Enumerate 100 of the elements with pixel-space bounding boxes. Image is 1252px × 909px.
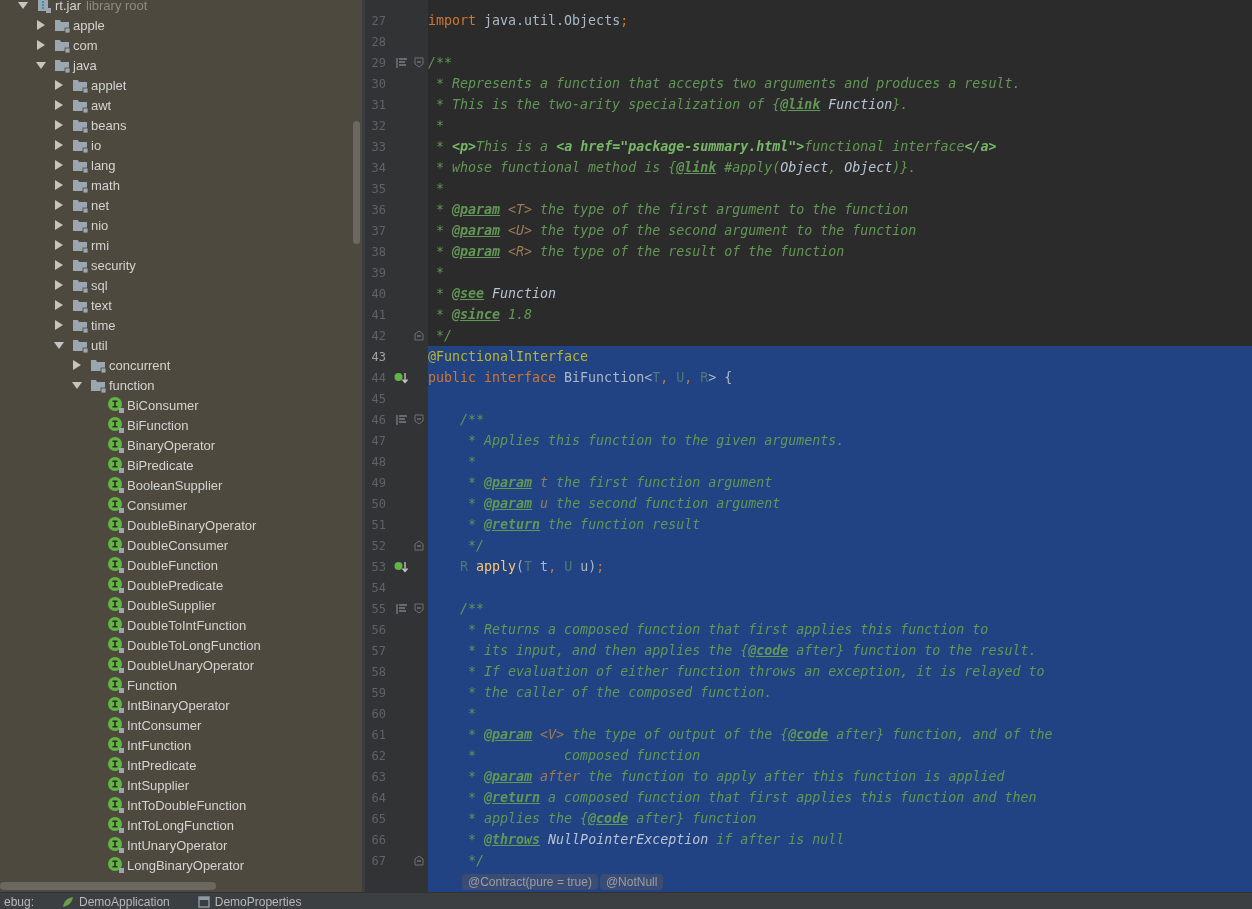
tree-item[interactable]: io [91,137,102,153]
code-line: * Represents a function that accepts two arguments and produces a result. [435,76,1021,91]
expand-arrow-icon[interactable] [54,220,64,230]
code-line: * If evaluation of either function throws an exception, it is relayed to [467,664,1045,679]
interface-icon [108,837,124,853]
tree-item[interactable]: DoubleSupplier [127,597,216,613]
folder-icon [90,377,106,393]
implemented-icon[interactable] [394,560,408,573]
tree-item[interactable]: IntUnaryOperator [127,837,228,853]
tree-item[interactable]: DoubleConsumer [127,537,229,553]
tree-item[interactable]: DoubleToLongFunction [127,637,261,653]
interface-icon [108,817,124,833]
tree-item[interactable]: lang [91,157,116,173]
expand-arrow-icon[interactable] [54,200,64,210]
tree-item[interactable]: LongBinaryOperator [127,857,245,873]
tool-tab[interactable]: DemoProperties [193,894,306,909]
tree-item[interactable]: com [73,37,98,53]
tree-item[interactable]: BooleanSupplier [127,477,223,493]
expand-arrow-icon[interactable] [54,300,64,310]
tree-item[interactable]: IntToDoubleFunction [127,797,247,813]
tree-item[interactable]: BiPredicate [127,457,194,473]
expand-arrow-icon[interactable] [54,280,64,290]
interface-icon [108,777,124,793]
tree-item[interactable]: DoubleFunction [127,557,219,573]
tree-item[interactable]: Function [127,677,177,693]
code-line: * [467,706,477,721]
tree-item[interactable]: java [73,57,97,73]
code-line: * <p>This is a <a href="package-summary.html">functional interface</a> [435,139,997,154]
code-line: * @param u the second function argument [467,496,781,511]
expand-arrow-icon[interactable] [36,20,46,30]
expand-arrow-icon[interactable] [54,140,64,150]
code-line: /** [459,412,485,427]
folder-icon [72,297,88,313]
tree-item[interactable]: Consumer [127,497,187,513]
tree-item[interactable]: BiFunction [127,417,189,433]
tree-item[interactable]: nio [91,217,109,233]
tree-item[interactable]: security [91,257,136,273]
tree-item[interactable]: IntConsumer [127,717,202,733]
interface-icon [108,797,124,813]
expand-arrow-icon[interactable] [54,340,64,350]
tree-item[interactable]: BinaryOperator [127,437,216,453]
expand-arrow-icon[interactable] [54,260,64,270]
tree-item[interactable]: IntToLongFunction [127,817,234,833]
tree-item[interactable]: sql [91,277,108,293]
interface-icon [108,697,124,713]
interface-icon [108,757,124,773]
expand-arrow-icon[interactable] [54,100,64,110]
folder-icon [72,197,88,213]
expand-arrow-icon[interactable] [54,160,64,170]
folder-icon [54,57,70,73]
code-line: * [467,454,477,469]
tree-item[interactable]: IntBinaryOperator [127,697,230,713]
code-line: * Applies this function to the given arguments. [467,433,845,448]
implemented-icon[interactable] [394,371,408,384]
expand-arrow-icon[interactable] [54,180,64,190]
tree-item[interactable]: time [91,317,116,333]
expand-arrow-icon[interactable] [36,40,46,50]
interface-icon [108,417,124,433]
tree-item[interactable]: apple [73,17,105,33]
scrollbar-thumb[interactable] [353,121,360,244]
code-line: * its input, and then applies the {@code after} function to the result. [467,643,1037,658]
tree-item[interactable]: math [91,177,120,193]
code-line: * @param after the function to apply after this function is applied [467,769,1005,784]
tree-item[interactable]: util [91,337,108,353]
tool-tab[interactable]: ebug: [0,894,39,909]
expand-arrow-icon[interactable] [72,360,82,370]
expand-arrow-icon[interactable] [18,0,28,10]
interface-icon [108,597,124,613]
expand-arrow-icon[interactable] [54,240,64,250]
tree-item[interactable]: applet [91,77,127,93]
tree-item[interactable]: IntFunction [127,737,192,753]
interface-icon [108,477,124,493]
code-line: * @see Function [435,286,557,301]
expand-arrow-icon[interactable] [36,60,46,70]
interface-icon [108,617,124,633]
tool-tab[interactable]: DemoApplication [58,894,174,909]
tree-item[interactable]: rt.jar [55,0,81,13]
tree-item[interactable]: DoubleUnaryOperator [127,657,255,673]
expand-arrow-icon[interactable] [54,120,64,130]
tree-item[interactable]: awt [91,97,112,113]
tree-item[interactable]: concurrent [109,357,171,373]
tree-item[interactable]: BiConsumer [127,397,199,413]
tree-item[interactable]: DoubleBinaryOperator [127,517,257,533]
expand-arrow-icon[interactable] [72,380,82,390]
tree-item[interactable]: IntPredicate [127,757,197,773]
tree-item[interactable]: IntSupplier [127,777,190,793]
expand-arrow-icon[interactable] [54,80,64,90]
tree-item[interactable]: net [91,197,110,213]
line-number: 43 [370,349,386,364]
interface-icon [108,677,124,693]
tree-item[interactable]: DoublePredicate [127,577,224,593]
tree-item[interactable]: function [109,377,155,393]
tree-item[interactable]: rmi [91,237,110,253]
tree-item[interactable]: text [91,297,112,313]
folder-icon [72,77,88,93]
scrollbar-thumb[interactable] [0,882,216,890]
tree-item[interactable]: DoubleToIntFunction [127,617,247,633]
expand-arrow-icon[interactable] [54,320,64,330]
folder-icon [72,217,88,233]
tree-item[interactable]: beans [91,117,127,133]
